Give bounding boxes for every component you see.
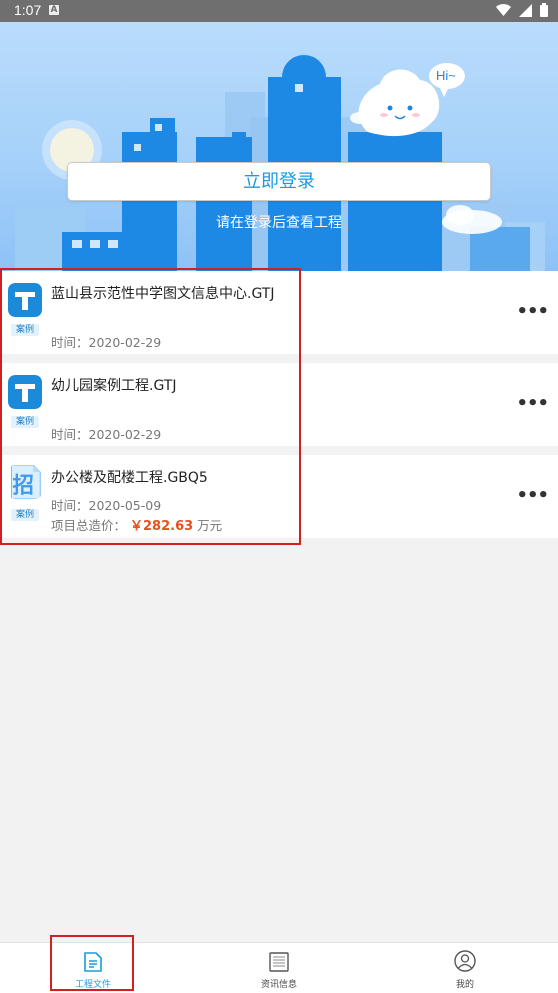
tab-label: 我的: [455, 980, 474, 990]
tab-label: 资讯信息: [260, 980, 297, 990]
mascot-bubble-text: Hi~: [436, 68, 456, 83]
city-illustration: Hi~: [15, 55, 545, 271]
login-button[interactable]: 立即登录: [67, 162, 491, 201]
highlight-box-tab: [50, 935, 134, 991]
more-options-button[interactable]: •••: [516, 301, 549, 322]
header-banner: Hi~ 立即登录 请在登录后查看工程: [0, 22, 558, 271]
wifi-icon: [496, 3, 511, 16]
battery-icon: [540, 3, 548, 17]
tab-news[interactable]: 资讯信息: [229, 943, 329, 993]
status-time: 1:07: [14, 2, 42, 18]
highlight-box-list: [0, 268, 301, 545]
notification-icon: A: [49, 5, 59, 15]
status-bar: 1:07 A: [0, 0, 558, 22]
tab-profile[interactable]: 我的: [415, 943, 515, 993]
news-icon: [269, 952, 289, 972]
user-icon: [454, 950, 476, 972]
mascot-illustration: Hi~: [358, 63, 465, 137]
more-options-button[interactable]: •••: [516, 393, 549, 414]
signal-icon: [519, 3, 532, 17]
login-tip: 请在登录后查看工程: [216, 215, 342, 231]
more-options-button[interactable]: •••: [516, 485, 549, 506]
